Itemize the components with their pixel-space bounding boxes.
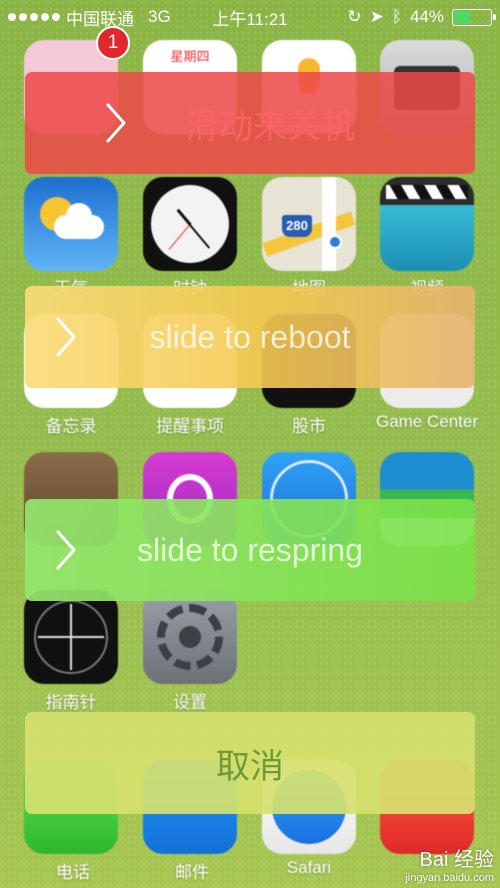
location-pin-icon [328, 235, 342, 249]
power-off-label: 滑动来关机 [185, 107, 355, 146]
watermark-url: jingyan.baidu.com [405, 872, 494, 884]
power-off-slider[interactable]: 滑动来关机 [25, 72, 475, 174]
clapperboard-icon [386, 185, 468, 199]
cloud-icon [54, 203, 104, 239]
app-label-phone: 电话 [56, 863, 90, 882]
app-label-game-center: Game Center [375, 412, 479, 431]
watermark-brand: Bai 经验 [419, 849, 494, 871]
reboot-label: slide to reboot [149, 318, 351, 355]
app-label-compass: 指南针 [45, 693, 97, 712]
app-label-settings: 设置 [173, 693, 207, 712]
respring-slider[interactable]: slide to respring [25, 499, 475, 601]
app-icon-settings[interactable] [143, 590, 237, 684]
respring-label: slide to respring [137, 531, 363, 568]
app-label-safari: Safari [286, 858, 332, 877]
notification-badge: 1 [96, 26, 130, 60]
reboot-slider[interactable]: slide to reboot [25, 286, 475, 388]
app-label-reminders: 提醒事项 [156, 417, 224, 436]
app-icon-compass[interactable] [24, 590, 118, 684]
highway-shield: 280 [282, 215, 312, 237]
app-label-notes: 备忘录 [45, 417, 97, 436]
app-label-stocks: 股市 [292, 417, 326, 436]
app-icon-videos[interactable] [380, 177, 474, 271]
app-icon-maps[interactable]: 280 [262, 177, 356, 271]
cancel-label: 取消 [216, 747, 284, 786]
watermark: Bai 经验 jingyan.baidu.com [405, 843, 494, 884]
app-icon-clock[interactable] [143, 177, 237, 271]
calendar-day: 星期四 [170, 49, 210, 64]
app-label-mail: 邮件 [175, 863, 209, 882]
app-icon-weather[interactable] [24, 177, 118, 271]
cancel-button[interactable]: 取消 [25, 712, 475, 814]
